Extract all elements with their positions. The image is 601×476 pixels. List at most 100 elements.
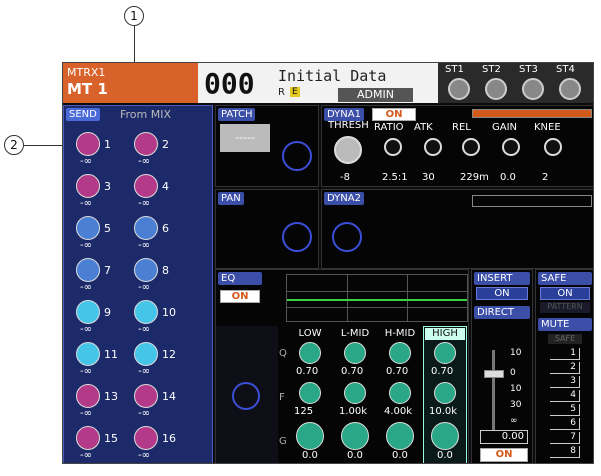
send-tag[interactable]: SEND	[66, 108, 100, 121]
eq-f-knob[interactable]	[299, 382, 321, 404]
mute-group-button[interactable]: 4	[550, 390, 580, 402]
mute-tag[interactable]: MUTE	[538, 318, 592, 331]
eq-g-value: 0.0	[302, 450, 318, 461]
fader-scale-10: 10	[510, 348, 522, 358]
patch-tag[interactable]: PATCH	[218, 108, 256, 121]
dyna1-param-value: 2.5:1	[382, 172, 408, 183]
insert-on-button[interactable]: ON	[476, 287, 528, 300]
send-knob-number: 11	[104, 348, 118, 361]
send-knob-number: 9	[104, 306, 111, 319]
mute-group-button[interactable]: 7	[550, 432, 580, 444]
eq-g-knob[interactable]	[341, 422, 369, 450]
fader-knob[interactable]	[484, 370, 504, 378]
dyna1-param-knob[interactable]	[384, 138, 402, 156]
eq-q-knob[interactable]	[344, 342, 366, 364]
dyna2-tag[interactable]: DYNA2	[324, 192, 364, 205]
dyna1-param-label: KNEE	[534, 122, 561, 133]
eq-band-label[interactable]: L-MID	[335, 328, 375, 340]
send-knob-4[interactable]	[134, 174, 158, 198]
send-knob-10[interactable]	[134, 300, 158, 324]
send-panel: SEND From MIX 1 -∞ 2 -∞ 3 -∞ 4 -∞ 5 -∞ 6…	[63, 105, 213, 463]
direct-tag[interactable]: DIRECT	[474, 306, 530, 319]
eq-f-knob[interactable]	[344, 382, 366, 404]
dyna1-param-knob[interactable]	[462, 138, 480, 156]
send-knob-12[interactable]	[134, 342, 158, 366]
eq-g-knob[interactable]	[431, 422, 459, 450]
eq-f-knob[interactable]	[389, 382, 411, 404]
send-knob-number: 14	[162, 390, 176, 403]
scene-title: Initial Data	[278, 67, 387, 85]
eq-band-label[interactable]: HIGH	[425, 328, 465, 340]
eq-q-value: 0.70	[386, 366, 409, 377]
st1-label: ST1	[445, 64, 464, 75]
eq-q-knob[interactable]	[434, 342, 456, 364]
send-knob-13[interactable]	[76, 384, 100, 408]
scene-number: 000	[204, 67, 255, 100]
insert-tag[interactable]: INSERT	[474, 272, 530, 285]
eq-f-value: 125	[294, 406, 314, 417]
send-knob-value: -∞	[80, 450, 92, 461]
fader-on-button[interactable]: ON	[480, 448, 528, 462]
mute-group-button[interactable]: 1	[550, 348, 580, 360]
send-knob-14[interactable]	[134, 384, 158, 408]
eq-on-button[interactable]: ON	[220, 290, 260, 303]
dyna1-on-button[interactable]: ON	[372, 108, 416, 121]
send-knob-number: 3	[104, 180, 111, 193]
send-knob-7[interactable]	[76, 258, 100, 282]
dyna1-param-knob[interactable]	[334, 136, 362, 164]
eq-band-label[interactable]: H-MID	[380, 328, 420, 340]
eq-row-f: F	[279, 392, 285, 403]
safe-tag[interactable]: SAFE	[538, 272, 592, 285]
dyna1-param-knob[interactable]	[544, 138, 562, 156]
fader-value[interactable]: 0.00	[480, 430, 528, 444]
dyna1-param-knob[interactable]	[424, 138, 442, 156]
send-title: From MIX	[120, 108, 172, 121]
mute-group-button[interactable]: 5	[550, 404, 580, 416]
send-knob-16[interactable]	[134, 426, 158, 450]
eq-g-knob[interactable]	[296, 422, 324, 450]
st4-knob[interactable]	[559, 78, 581, 100]
send-knob-5[interactable]	[76, 216, 100, 240]
eq-g-knob[interactable]	[386, 422, 414, 450]
safe-pattern[interactable]: PATTERN	[540, 302, 590, 313]
st3-knob[interactable]	[522, 78, 544, 100]
eq-q-value: 0.70	[341, 366, 364, 377]
send-knob-8[interactable]	[134, 258, 158, 282]
fader-scale-n10: 10	[510, 384, 522, 394]
mute-safe[interactable]: SAFE	[548, 334, 582, 344]
eq-q-knob[interactable]	[299, 342, 321, 364]
eq-g-value: 0.0	[392, 450, 408, 461]
send-knob-number: 8	[162, 264, 169, 277]
send-knob-value: -∞	[138, 450, 150, 461]
mute-group-button[interactable]: 2	[550, 362, 580, 374]
mute-group-button[interactable]: 8	[550, 446, 580, 458]
eq-q-knob[interactable]	[389, 342, 411, 364]
dyna1-meter	[472, 109, 592, 118]
patch-panel: PATCH -----	[215, 105, 319, 187]
eq-band-label[interactable]: LOW	[290, 328, 330, 340]
send-knob-11[interactable]	[76, 342, 100, 366]
patch-input-button[interactable]: -----	[220, 124, 270, 152]
channel-name-box[interactable]: MTRX1 MT 1	[63, 63, 198, 103]
safe-on-button[interactable]: ON	[540, 287, 590, 300]
send-knob-3[interactable]	[76, 174, 100, 198]
st2-knob[interactable]	[485, 78, 507, 100]
pan-panel: PAN	[215, 189, 319, 269]
mute-group-button[interactable]: 6	[550, 418, 580, 430]
send-knob-2[interactable]	[134, 132, 158, 156]
pan-tag[interactable]: PAN	[218, 192, 244, 205]
send-knob-6[interactable]	[134, 216, 158, 240]
send-knob-15[interactable]	[76, 426, 100, 450]
scene-area[interactable]: 000 Initial Data R E ADMIN	[198, 63, 438, 103]
fader-track	[492, 350, 495, 430]
dyna1-param-knob[interactable]	[502, 138, 520, 156]
eq-tag[interactable]: EQ	[218, 272, 262, 285]
user-badge[interactable]: ADMIN	[338, 88, 413, 102]
send-knob-9[interactable]	[76, 300, 100, 324]
send-knob-1[interactable]	[76, 132, 100, 156]
callout-2: 2	[4, 135, 24, 155]
callout-1: 1	[124, 6, 144, 26]
eq-f-knob[interactable]	[434, 382, 456, 404]
st1-knob[interactable]	[448, 78, 470, 100]
mute-group-button[interactable]: 3	[550, 376, 580, 388]
